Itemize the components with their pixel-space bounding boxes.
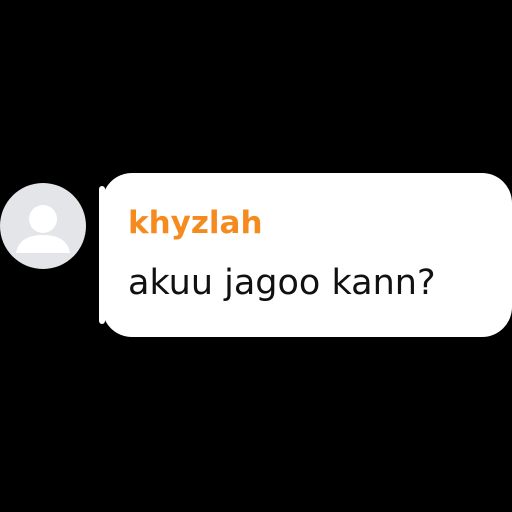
message-text: akuu jagoo kann? (128, 263, 436, 303)
sender-name[interactable]: khyzlah (128, 203, 263, 243)
avatar[interactable] (0, 183, 86, 269)
chat-comment: khyzlah akuu jagoo kann? (0, 0, 512, 512)
default-user-avatar-icon (16, 205, 70, 253)
message-bubble: khyzlah akuu jagoo kann? (102, 173, 512, 337)
